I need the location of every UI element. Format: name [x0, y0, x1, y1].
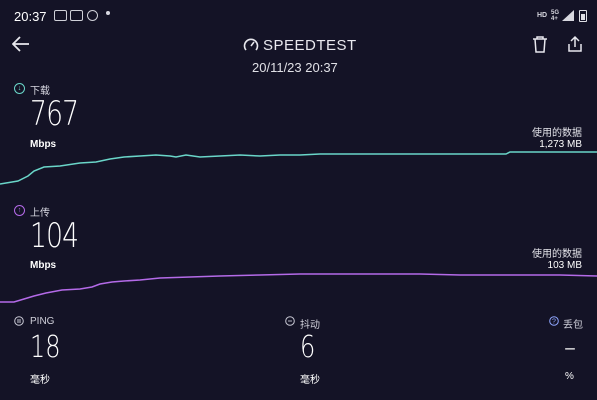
gauge-icon — [243, 38, 259, 51]
ping-label: PING — [30, 316, 55, 327]
trash-icon[interactable] — [532, 35, 548, 53]
upload-graph — [0, 273, 597, 303]
signal-icon — [562, 10, 574, 21]
network-5g-indicator: 5G 4+ — [551, 10, 559, 22]
upload-icon: ↑ — [14, 205, 25, 216]
jitter-label: 抖动 — [300, 320, 320, 331]
ping-value: 18 — [30, 330, 61, 365]
gallery-icon — [70, 10, 83, 21]
ping-icon — [14, 316, 24, 326]
hd-indicator: HD — [537, 12, 548, 19]
upload-data-used-label: 使用的数据 — [532, 249, 582, 260]
jitter-icon — [285, 316, 295, 326]
network-5g-sub: 4+ — [551, 16, 558, 22]
settings-icon — [87, 10, 98, 21]
screenshot-icon — [54, 10, 67, 21]
packet-loss-unit: % — [565, 371, 574, 382]
page-title: SPEEDTEST — [263, 37, 357, 54]
download-speed: 767 — [30, 94, 79, 134]
download-icon: ↓ — [14, 83, 25, 94]
download-graph — [0, 151, 597, 185]
svg-text:?: ? — [552, 319, 556, 326]
ping-unit: 毫秒 — [30, 375, 50, 386]
test-datetime: 20/11/23 20:37 — [252, 60, 338, 75]
share-icon[interactable] — [567, 35, 583, 53]
packet-loss-label: 丢包 — [563, 320, 583, 331]
notification-dot-icon — [106, 11, 110, 15]
download-data-used-label: 使用的数据 — [532, 128, 582, 139]
status-time: 20:37 — [14, 9, 47, 24]
back-arrow-icon[interactable] — [11, 35, 30, 55]
jitter-unit: 毫秒 — [300, 375, 320, 386]
upload-speed: 104 — [30, 216, 79, 256]
packet-loss-icon: ? — [549, 316, 559, 326]
jitter-value: 6 — [300, 330, 316, 365]
packet-loss-value: – — [564, 330, 576, 365]
battery-icon — [579, 10, 587, 22]
